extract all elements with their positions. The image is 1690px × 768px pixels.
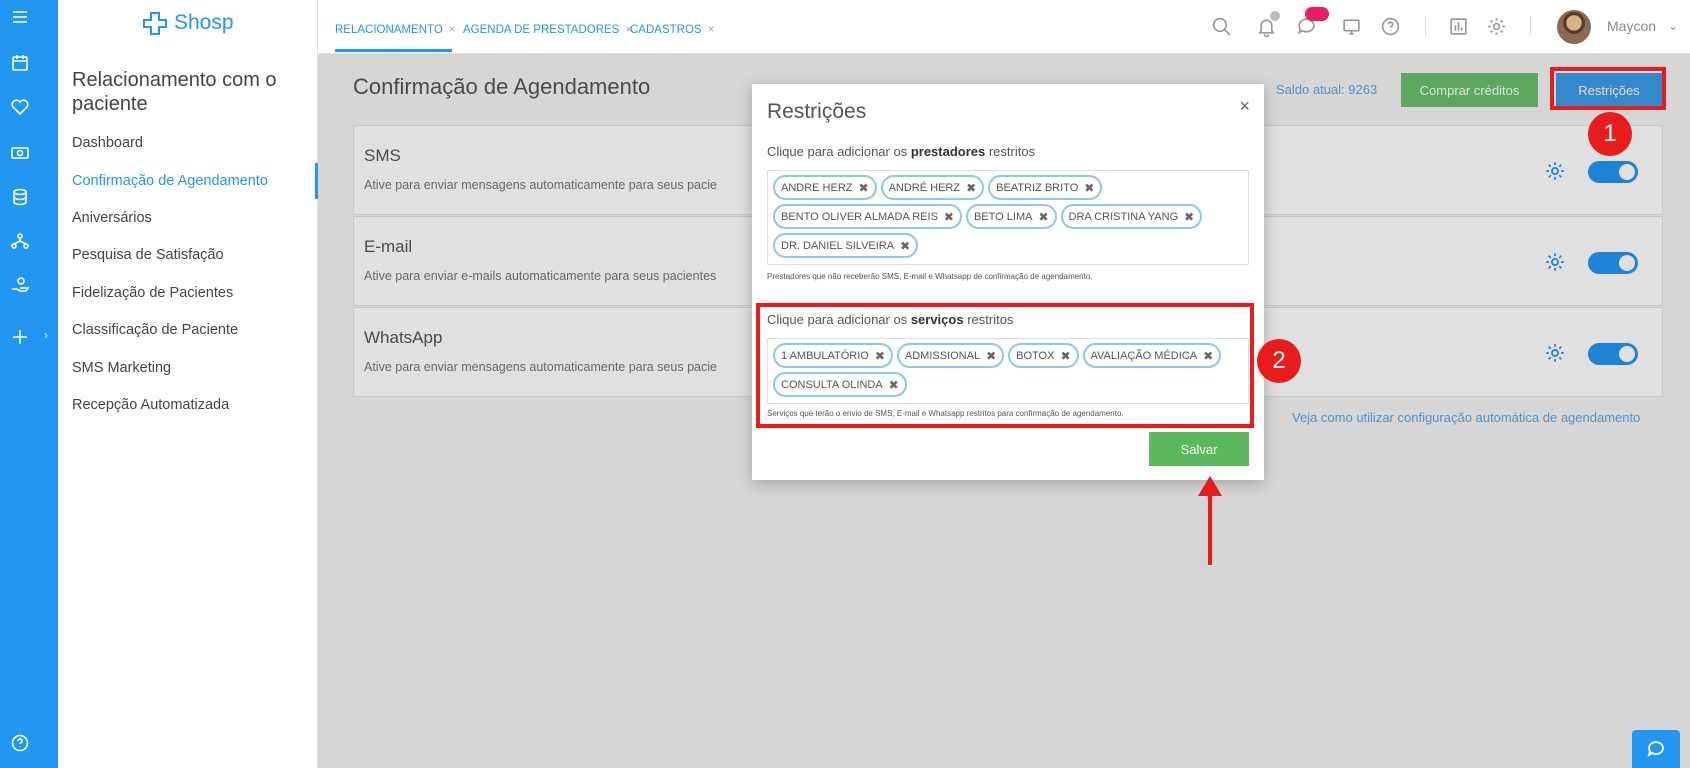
nav-item-classificacao[interactable]: Classificação de Paciente: [72, 322, 238, 338]
provider-tag: BETO LIMA ✖: [965, 204, 1057, 229]
tab-label: AGENDA DE PRESTADORES: [463, 24, 620, 36]
chat-support-button[interactable]: [1632, 730, 1680, 768]
provider-tag: BEATRIZ BRITO ✖: [988, 175, 1103, 200]
tag-label: DRA CRISTINA YANG: [1068, 210, 1179, 223]
modal-title: Restrições: [767, 100, 867, 123]
remove-tag-icon[interactable]: ✖: [1184, 210, 1194, 224]
annotation-step-1: 1: [1588, 112, 1632, 156]
remove-tag-icon[interactable]: ✖: [966, 181, 976, 195]
tab-cadastros[interactable]: CADASTROS ×: [630, 24, 714, 36]
tab-close-icon[interactable]: ×: [449, 24, 456, 36]
provider-tag: ANDRE HERZ ✖: [773, 175, 877, 200]
shosp-logo-icon: [143, 12, 167, 35]
provider-tag: DRA CRISTINA YANG ✖: [1060, 204, 1203, 229]
money-icon[interactable]: [0, 138, 40, 168]
chevron-down-icon[interactable]: ⌄: [1668, 19, 1678, 33]
database-icon[interactable]: [0, 182, 40, 212]
nav-item-aniversarios[interactable]: Aniversários: [72, 210, 152, 226]
close-icon[interactable]: ×: [1239, 96, 1250, 117]
menu-icon[interactable]: [0, 2, 40, 32]
remove-tag-icon[interactable]: ✖: [944, 210, 954, 224]
active-tab-underline: [335, 49, 452, 52]
providers-hint: Prestadores que não receberão SMS, E-mai…: [767, 272, 1093, 281]
icon-rail: ›: [0, 0, 58, 768]
annotation-highlight-2: [756, 303, 1254, 428]
hand-user-icon[interactable]: [0, 270, 40, 300]
nav-item-fidelizacao[interactable]: Fidelização de Pacientes: [72, 285, 233, 301]
remove-tag-icon[interactable]: ✖: [859, 181, 869, 195]
network-icon[interactable]: [0, 226, 40, 256]
annotation-highlight-1: [1550, 67, 1666, 110]
remove-tag-icon[interactable]: ✖: [1038, 210, 1048, 224]
nav-item-dashboard[interactable]: Dashboard: [72, 135, 143, 151]
tab-label: CADASTROS: [630, 24, 702, 36]
help-icon[interactable]: [0, 728, 40, 758]
app-name: Shosp: [174, 11, 234, 34]
label-text: Clique para adicionar os: [767, 144, 911, 159]
monitor-icon[interactable]: [1338, 13, 1364, 39]
annotation-step-2: 2: [1257, 339, 1301, 383]
notification-badge: [1270, 11, 1280, 21]
tab-label: RELACIONAMENTO: [335, 24, 443, 36]
chat-icon: [1647, 741, 1664, 758]
save-button[interactable]: Salvar: [1149, 432, 1249, 466]
label-bold: prestadores: [910, 144, 986, 159]
settings-gear-icon[interactable]: [1483, 13, 1509, 39]
nav-item-sms-marketing[interactable]: SMS Marketing: [72, 360, 171, 376]
label-text: restritos: [985, 144, 1036, 159]
tab-agenda-prestadores[interactable]: AGENDA DE PRESTADORES ×: [463, 24, 632, 36]
annotation-arrow-icon: [1198, 476, 1222, 565]
question-icon[interactable]: [1377, 13, 1403, 39]
user-name[interactable]: Maycon: [1607, 18, 1656, 34]
tag-label: ANDRE HERZ: [781, 181, 853, 194]
search-icon[interactable]: [1208, 13, 1234, 39]
tag-label: BETO LIMA: [973, 210, 1033, 223]
tag-label: ANDRÉ HERZ: [888, 181, 961, 194]
nav-item-recepcao[interactable]: Recepção Automatizada: [72, 397, 229, 413]
provider-tag: BENTO OLIVER ALMADA REIS ✖: [773, 204, 962, 229]
plus-icon[interactable]: [0, 322, 40, 352]
nav-item-pesquisa[interactable]: Pesquisa de Satisfação: [72, 247, 224, 263]
chart-icon[interactable]: [1445, 13, 1471, 39]
providers-tag-input[interactable]: ANDRE HERZ ✖ ANDRÉ HERZ ✖ BEATRIZ BRITO ✖ B…: [767, 170, 1249, 265]
calendar-icon[interactable]: [0, 48, 40, 78]
nav-item-confirmacao[interactable]: Confirmação de Agendamento: [72, 173, 268, 189]
tag-label: BEATRIZ BRITO: [996, 181, 1079, 194]
app-logo[interactable]: Shosp: [140, 10, 234, 36]
provider-tag: DR. DANIEL SILVEIRA ✖: [773, 233, 919, 258]
providers-label: Clique para adicionar os prestadores res…: [767, 144, 1035, 159]
section-title: Relacionamento com o paciente: [72, 69, 277, 115]
heart-icon[interactable]: [0, 92, 40, 122]
divider: [1425, 16, 1426, 36]
tab-close-icon[interactable]: ×: [708, 24, 715, 36]
remove-tag-icon[interactable]: ✖: [1084, 181, 1094, 195]
remove-tag-icon[interactable]: ✖: [900, 239, 910, 253]
message-badge: [1305, 7, 1329, 21]
tag-label: DR. DANIEL SILVEIRA: [781, 239, 895, 252]
divider: [1530, 16, 1531, 36]
chevron-right-icon[interactable]: ›: [44, 328, 48, 342]
tab-relacionamento[interactable]: RELACIONAMENTO ×: [335, 24, 456, 36]
provider-tag: ANDRÉ HERZ ✖: [880, 175, 985, 200]
avatar[interactable]: [1557, 10, 1591, 44]
tag-label: BENTO OLIVER ALMADA REIS: [781, 210, 938, 223]
